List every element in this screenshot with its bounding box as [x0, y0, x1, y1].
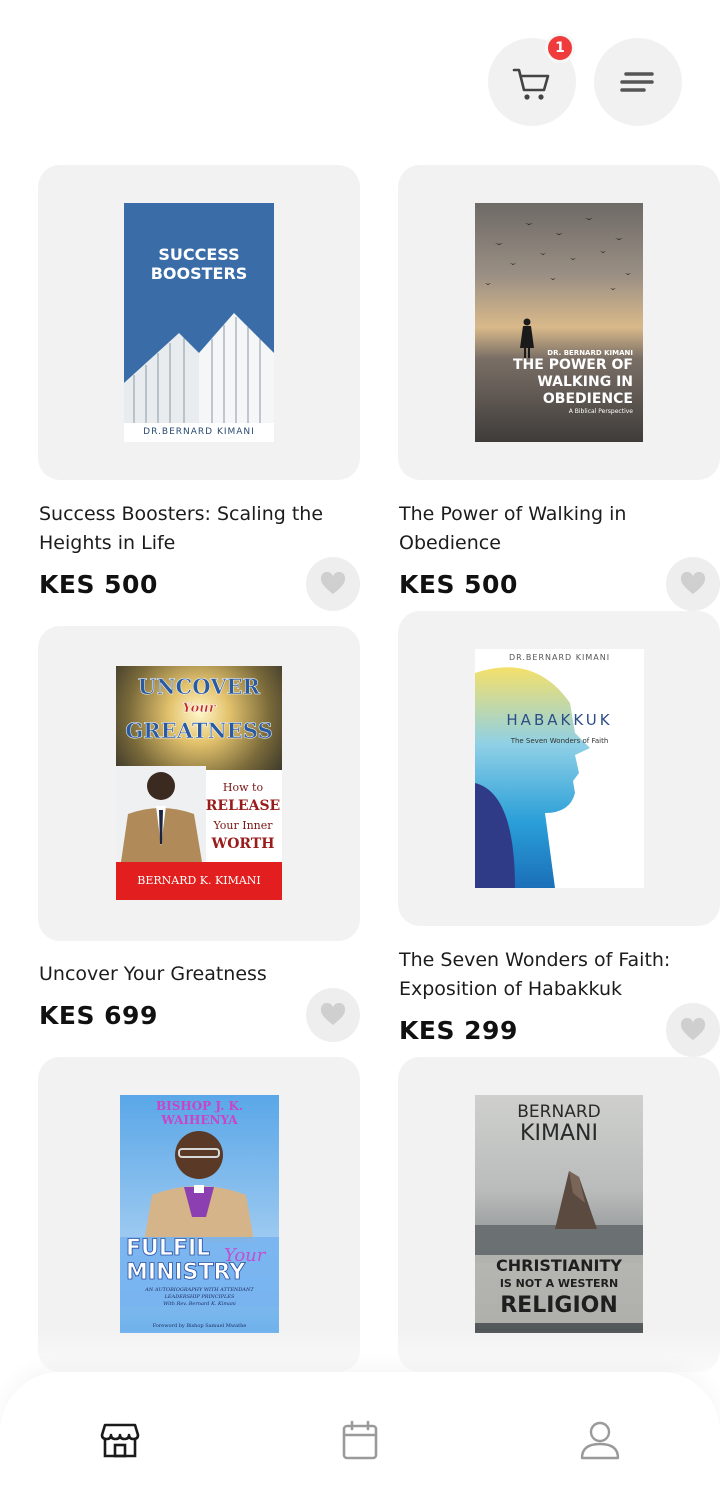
product-price: KES 500 [399, 570, 518, 599]
book-cover: SUCCESS BOOSTERS DR.BERNARD KIMANI [124, 203, 274, 442]
nav-store[interactable] [98, 1418, 142, 1462]
heart-icon [320, 572, 346, 594]
book-cover: DR. BERNARD KIMANI THE POWER OF WALKING … [475, 203, 643, 442]
cart-badge: 1 [545, 33, 575, 63]
cover-text: OBEDIENCE [542, 391, 633, 407]
cover-text: Your [182, 701, 216, 717]
cover-text: HABAKKUK [506, 711, 613, 729]
book-cover: BERNARD KIMANI CHRISTIANITY IS NOT A WES… [475, 1095, 643, 1333]
menu-button[interactable] [594, 38, 682, 126]
cover-author: BERNARD [517, 1102, 601, 1122]
nav-calendar[interactable] [338, 1418, 382, 1462]
product-title[interactable]: Success Boosters: Scaling the Heights in… [39, 500, 339, 558]
product-price: KES 299 [399, 1016, 518, 1045]
product-title[interactable]: The Seven Wonders of Faith: Exposition o… [399, 946, 699, 1004]
book-cover: BISHOP J. K. WAIHENYA FULFIL MINISTRY Yo… [120, 1095, 279, 1333]
cover-text: GREATNESS [125, 718, 273, 743]
shopping-cart-icon [512, 68, 550, 100]
cover-text: BOOSTERS [150, 264, 248, 283]
profile-silhouette-image [475, 667, 590, 888]
heart-icon [680, 572, 706, 594]
favorite-button[interactable] [306, 988, 360, 1042]
author-photo [144, 1131, 254, 1242]
cover-text: RELEASE [205, 798, 281, 814]
skyscraper-image [124, 313, 274, 423]
cover-text: Your Inner [213, 819, 273, 832]
book-cover: DR.BERNARD KIMANI HABAKKUK The Seven Won… [475, 649, 644, 888]
product-title[interactable]: Uncover Your Greatness [39, 960, 339, 989]
cover-author: DR.BERNARD KIMANI [124, 423, 274, 442]
heart-icon [320, 1003, 346, 1025]
heart-icon [680, 1018, 706, 1040]
menu-icon [620, 72, 654, 92]
cover-author: KIMANI [520, 1121, 598, 1146]
cover-text: SUCCESS [158, 245, 240, 264]
cover-text: IS NOT A WESTERN [499, 1277, 619, 1290]
cover-subtitle: A Biblical Perspective [568, 408, 633, 415]
favorite-button[interactable] [666, 557, 720, 611]
top-bar: 1 [0, 0, 720, 150]
store-icon [100, 1423, 140, 1458]
cover-text: CHRISTIANITY [495, 1256, 623, 1275]
cover-subtitle: With Rev. Bernard K. Kimani [163, 1301, 236, 1307]
cover-author: BERNARD K. KIMANI [116, 862, 282, 900]
book-cover: UNCOVER Your GREATNESS How to RELEASE Yo… [116, 666, 282, 900]
cover-author: DR.BERNARD KIMANI [508, 653, 611, 662]
product-card[interactable]: UNCOVER Your GREATNESS How to RELEASE Yo… [38, 626, 360, 941]
product-card[interactable]: BISHOP J. K. WAIHENYA FULFIL MINISTRY Yo… [38, 1057, 360, 1372]
cover-text: How to [222, 781, 264, 794]
product-card[interactable]: DR. BERNARD KIMANI THE POWER OF WALKING … [398, 165, 720, 480]
cover-text: Your [224, 1245, 266, 1266]
nav-profile[interactable] [578, 1418, 622, 1462]
cover-subtitle: The Seven Wonders of Faith [510, 737, 609, 745]
cover-text: UNCOVER [138, 674, 260, 699]
product-price: KES 699 [39, 1001, 158, 1030]
cover-text: WORTH [211, 836, 275, 852]
product-price: KES 500 [39, 570, 158, 599]
author-photo [116, 766, 206, 862]
cover-subtitle: Foreword by Bishop Samuel Mwathe [152, 1323, 247, 1329]
cover-subtitle: AN AUTOBIOGRAPHY WITH ATTENDANT LEADERSH… [145, 1287, 254, 1300]
cover-text: RELIGION [500, 1293, 618, 1318]
favorite-button[interactable] [666, 1003, 720, 1057]
product-card[interactable]: DR.BERNARD KIMANI HABAKKUK The Seven Won… [398, 611, 720, 926]
cover-author: DR. BERNARD KIMANI [547, 349, 633, 357]
calendar-icon [342, 1420, 378, 1460]
rock-image [475, 1171, 643, 1263]
favorite-button[interactable] [306, 557, 360, 611]
profile-icon [580, 1421, 620, 1460]
product-title[interactable]: The Power of Walking in Obedience [399, 500, 699, 558]
cover-text: THE POWER OF [513, 357, 633, 373]
product-card[interactable]: SUCCESS BOOSTERS DR.BERNARD KIMANI [38, 165, 360, 480]
birds-image [485, 218, 631, 290]
cover-text: WALKING IN [537, 374, 633, 390]
product-card[interactable]: BERNARD KIMANI CHRISTIANITY IS NOT A WES… [398, 1057, 720, 1372]
